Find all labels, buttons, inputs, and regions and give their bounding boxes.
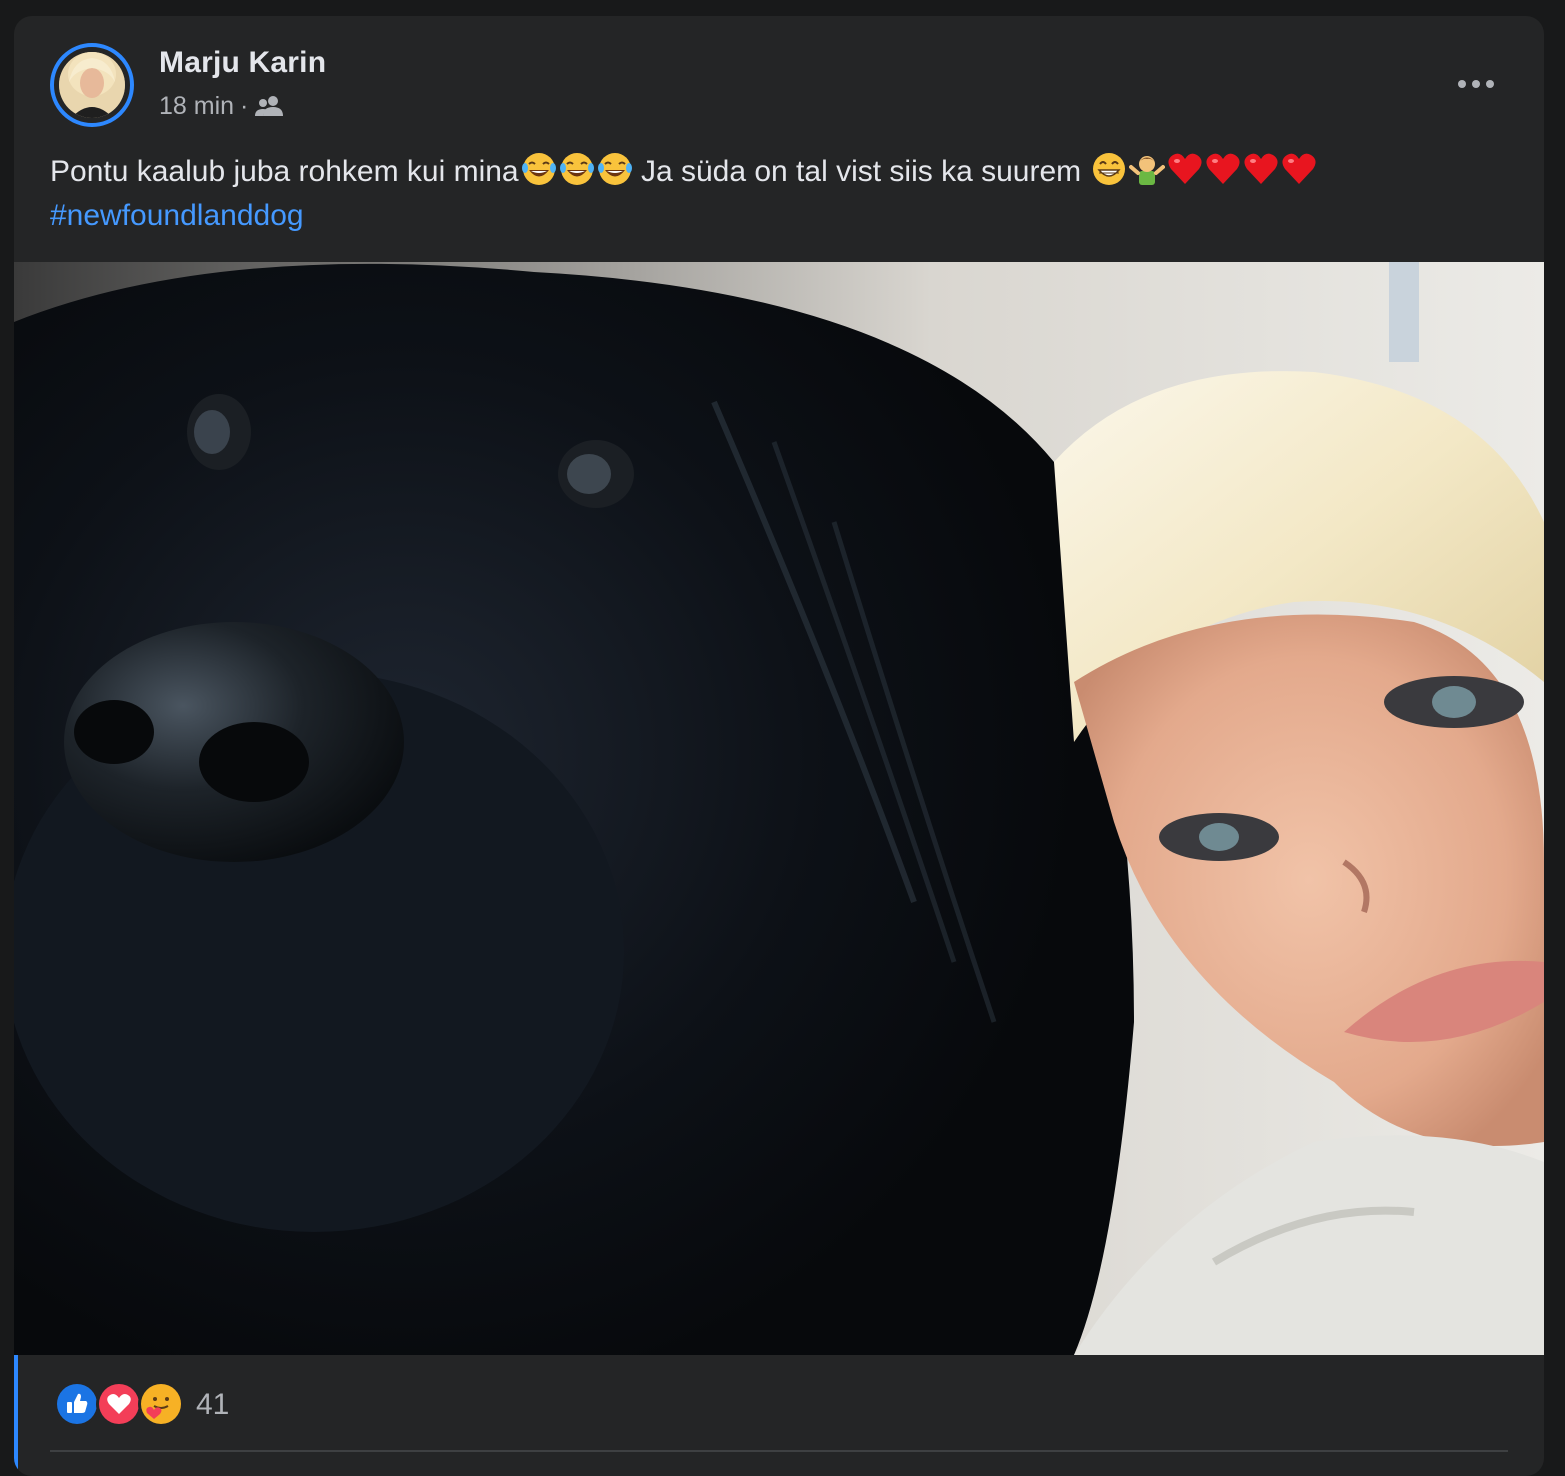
reaction-icons[interactable] (54, 1381, 184, 1427)
reactions-bar: 41 (14, 1355, 1544, 1475)
post-text-part1: Pontu kaalub juba rohkem kui mina (50, 155, 519, 188)
post-card: Marju Karin 18 min · Pontu kaalub juba r… (14, 16, 1544, 1476)
red-heart-emoji (1168, 153, 1203, 184)
photo-icon (14, 262, 1544, 1355)
tears-of-joy-emoji (597, 153, 632, 185)
post-timestamp[interactable]: 18 min (159, 92, 234, 121)
reaction-count[interactable]: 41 (196, 1388, 229, 1422)
tears-of-joy-emoji (559, 153, 594, 185)
avatar[interactable] (59, 52, 125, 118)
red-heart-emoji (1282, 153, 1317, 184)
author-avatar-ring[interactable] (50, 43, 134, 127)
meta-separator: · (240, 91, 249, 120)
avatar-portrait-icon (59, 52, 125, 118)
tears-of-joy-emoji (521, 153, 556, 185)
divider (50, 1450, 1508, 1452)
author-name[interactable]: Marju Karin (159, 46, 326, 80)
post-meta: 18 min · (159, 90, 284, 122)
post-text: Pontu kaalub juba rohkem kui mina Ja süd… (50, 150, 1490, 238)
red-heart-emoji (1206, 153, 1241, 184)
post-text-part2: Ja süda on tal vist siis ka suurem (632, 155, 1090, 188)
more-options-button[interactable] (1446, 64, 1506, 104)
love-icon (96, 1381, 142, 1427)
hashtag-link[interactable]: #newfoundlanddog (50, 199, 304, 232)
grinning-emoji (1093, 153, 1126, 185)
red-heart-emoji (1244, 153, 1279, 184)
like-icon (54, 1381, 100, 1427)
more-horizontal-icon (1458, 80, 1494, 88)
friends-icon[interactable] (254, 94, 284, 118)
man-shrugging-emoji (1129, 156, 1166, 185)
post-photo[interactable] (14, 262, 1544, 1355)
care-icon (138, 1381, 184, 1427)
